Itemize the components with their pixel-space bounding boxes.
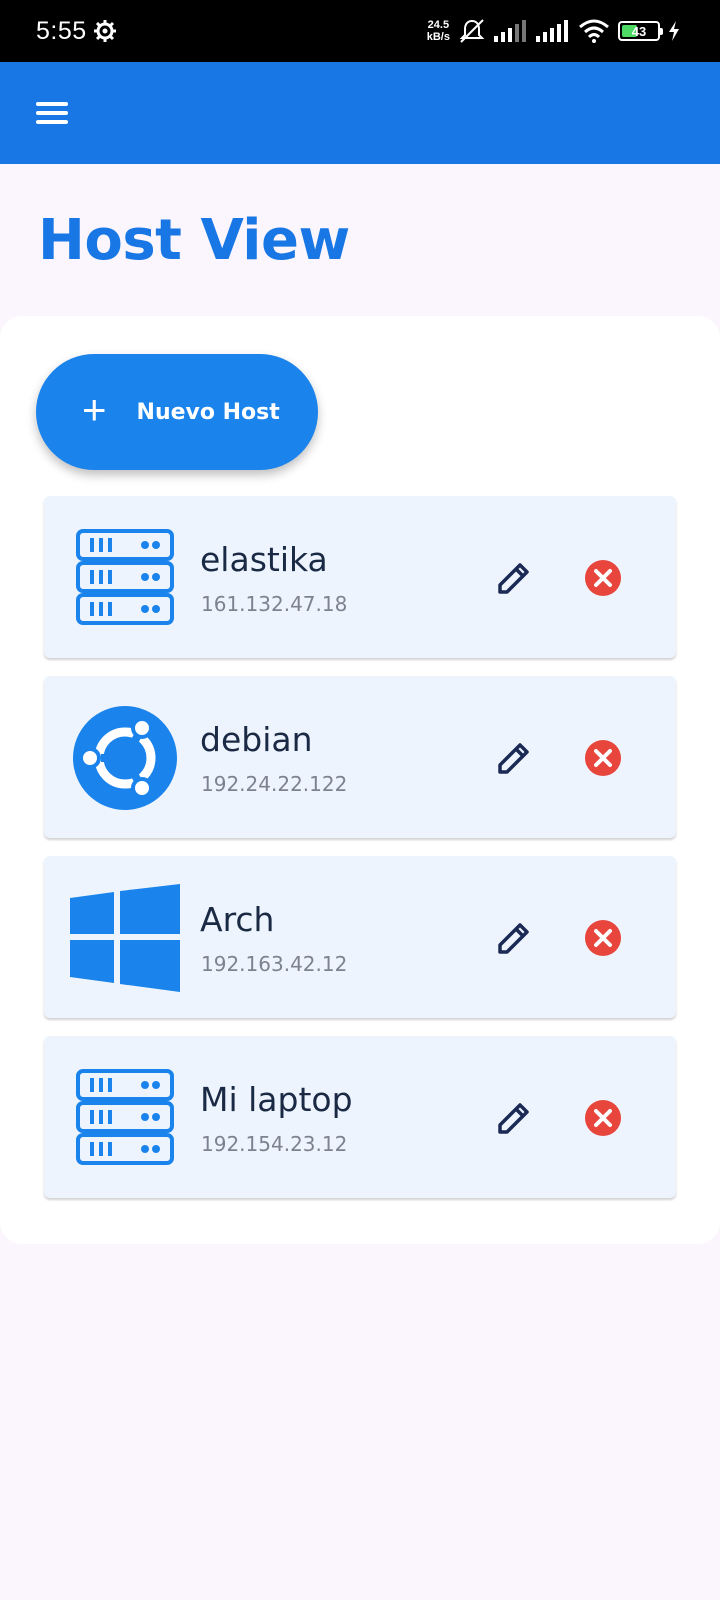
host-ip: 161.132.47.18 <box>201 592 348 616</box>
status-bar: 5:55 24.5 kB/s 43 <box>0 0 720 62</box>
server-icon <box>70 1066 180 1170</box>
host-ip: 192.24.22.122 <box>201 772 348 796</box>
host-name: Mi laptop <box>200 1080 353 1119</box>
signal-icon <box>536 20 568 42</box>
app-bar <box>0 62 720 164</box>
server-icon <box>70 526 180 630</box>
host-name: debian <box>200 720 313 759</box>
host-ip: 192.154.23.12 <box>201 1132 348 1156</box>
battery-icon: 43 <box>618 21 663 41</box>
host-card[interactable]: Arch 192.163.42.12 <box>44 856 676 1018</box>
edit-icon[interactable] <box>496 740 532 776</box>
edit-icon[interactable] <box>496 560 532 596</box>
mute-icon <box>459 19 485 43</box>
host-name: elastika <box>200 540 328 579</box>
host-list: elastika 161.132.47.18 debian 192.24.22.… <box>44 496 676 1216</box>
windows-icon <box>70 884 180 992</box>
hosts-panel: + Nuevo Host elastika 161.132.47.18 debi… <box>0 316 720 1244</box>
host-name: Arch <box>200 900 275 939</box>
host-card[interactable]: debian 192.24.22.122 <box>44 676 676 838</box>
add-host-label: Nuevo Host <box>136 399 280 425</box>
host-card[interactable]: elastika 161.132.47.18 <box>44 496 676 658</box>
host-card[interactable]: Mi laptop 192.154.23.12 <box>44 1036 676 1198</box>
hamburger-menu-icon[interactable] <box>34 98 70 128</box>
delete-icon[interactable] <box>584 919 622 957</box>
host-ip: 192.163.42.12 <box>201 952 348 976</box>
delete-icon[interactable] <box>584 1099 622 1137</box>
wifi-icon <box>579 19 609 43</box>
gear-icon <box>93 20 116 42</box>
edit-icon[interactable] <box>496 1100 532 1136</box>
plus-icon: + <box>82 386 107 433</box>
charging-icon <box>669 21 679 41</box>
edit-icon[interactable] <box>496 920 532 956</box>
page-title: Host View <box>38 208 350 273</box>
delete-icon[interactable] <box>584 559 622 597</box>
net-speed: 24.5 kB/s <box>426 19 450 43</box>
status-time: 5:55 <box>36 16 87 45</box>
signal-icon <box>494 20 526 42</box>
ubuntu-icon <box>70 706 180 810</box>
add-host-button[interactable]: + Nuevo Host <box>36 354 318 470</box>
delete-icon[interactable] <box>584 739 622 777</box>
